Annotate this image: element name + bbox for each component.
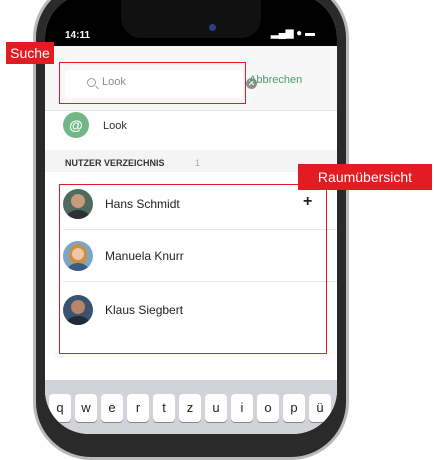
key-q[interactable]: q <box>49 394 71 422</box>
suggestion-label: Look <box>103 120 127 132</box>
key-i[interactable]: i <box>231 394 253 422</box>
signal-wifi-battery-icon: ▂▄▆ ● ▬ <box>270 28 315 39</box>
section-title: NUTZER VERZEICHNIS <box>65 158 165 168</box>
overview-highlight-box <box>59 184 327 354</box>
key-o[interactable]: o <box>257 394 279 422</box>
search-highlight-box <box>59 62 246 104</box>
status-time: 14:11 <box>65 30 91 41</box>
camera-icon <box>209 24 216 31</box>
search-annotation-label: Suche <box>6 42 54 64</box>
cancel-button[interactable]: Abbrechen <box>249 74 302 86</box>
suggestion-item[interactable]: @ Look <box>45 110 337 146</box>
keyboard: q w e r t z u i o p ü <box>45 380 337 434</box>
section-count: 1 <box>195 158 201 168</box>
key-r[interactable]: r <box>127 394 149 422</box>
section-header: NUTZER VERZEICHNIS 1 <box>45 150 337 172</box>
key-t[interactable]: t <box>153 394 175 422</box>
at-icon: @ <box>63 112 89 138</box>
status-bar: 14:11 ▂▄▆ ● ▬ <box>45 0 337 46</box>
key-ue[interactable]: ü <box>309 394 331 422</box>
notch <box>121 0 261 38</box>
key-e[interactable]: e <box>101 394 123 422</box>
key-u[interactable]: u <box>205 394 227 422</box>
key-p[interactable]: p <box>283 394 305 422</box>
overview-annotation-label: Raumübersicht <box>298 164 432 190</box>
key-w[interactable]: w <box>75 394 97 422</box>
key-z[interactable]: z <box>179 394 201 422</box>
